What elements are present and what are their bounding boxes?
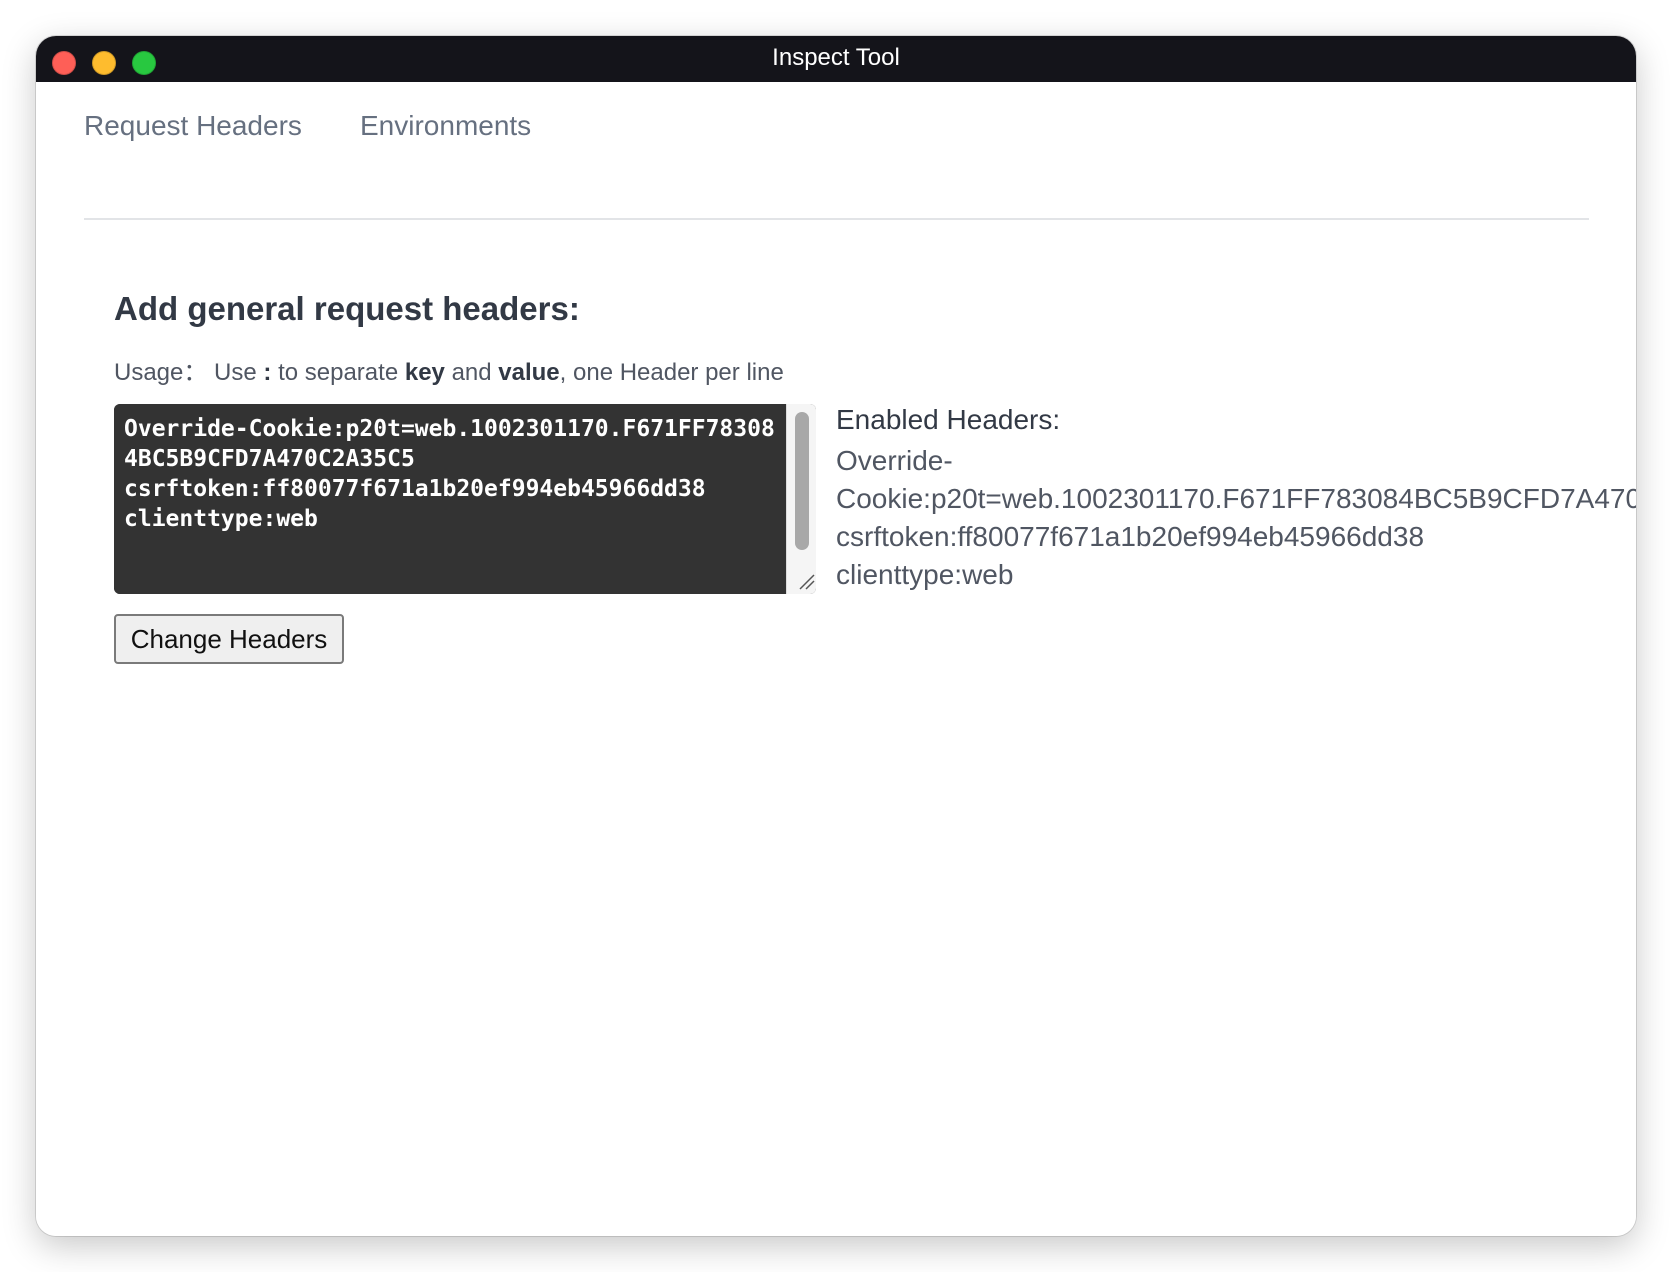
enabled-header-line: csrftoken:ff80077f671a1b20ef994eb45966dd… (836, 521, 1425, 552)
tab-divider (84, 218, 1589, 220)
enabled-headers-title: Enabled Headers: (836, 404, 1061, 435)
change-headers-button[interactable]: Change Headers (114, 614, 344, 664)
screen: Inspect Tool Request Headers Environment… (0, 0, 1672, 1272)
headers-textarea[interactable]: Override-Cookie:p20t=web.1002301170.F671… (114, 404, 786, 594)
usage-to-separate: to separate (278, 359, 399, 386)
headers-editor: Override-Cookie:p20t=web.1002301170.F671… (114, 404, 816, 594)
window-title: Inspect Tool (772, 44, 900, 71)
enabled-header-line: Cookie:p20t=web.1002301170.F671FF783084B… (836, 483, 1636, 514)
usage-value: value (498, 359, 560, 386)
enabled-headers-panel: Enabled Headers: Override- Cookie:p20t=w… (836, 404, 1636, 594)
enabled-header-line: clienttype:web (836, 559, 1014, 590)
resize-grip-icon[interactable] (797, 572, 815, 590)
usage-key: key (404, 359, 445, 386)
enabled-headers-list: Override- Cookie:p20t=web.1002301170.F67… (836, 442, 1636, 594)
enabled-header-line: Override- (836, 445, 953, 476)
usage-hint: Usage： Use : to separate key and value, … (114, 352, 784, 387)
usage-suffix: , one Header per line (559, 359, 784, 386)
usage-and: and (451, 359, 492, 386)
page-title: Add general request headers: (114, 290, 580, 327)
main-content: Request Headers Environments Add general… (36, 82, 1636, 1236)
textarea-scrollbar-thumb[interactable] (795, 412, 809, 550)
app-window: Inspect Tool Request Headers Environment… (36, 36, 1636, 1236)
usage-use: Use (214, 359, 257, 386)
tab-request-headers[interactable]: Request Headers (84, 110, 302, 142)
tab-environments[interactable]: Environments (360, 110, 531, 142)
usage-prefix: Usage： (114, 359, 208, 386)
textarea-scrollbar[interactable] (786, 404, 816, 594)
usage-colon-symbol: : (263, 359, 272, 386)
title-bar[interactable]: Inspect Tool (36, 36, 1636, 82)
